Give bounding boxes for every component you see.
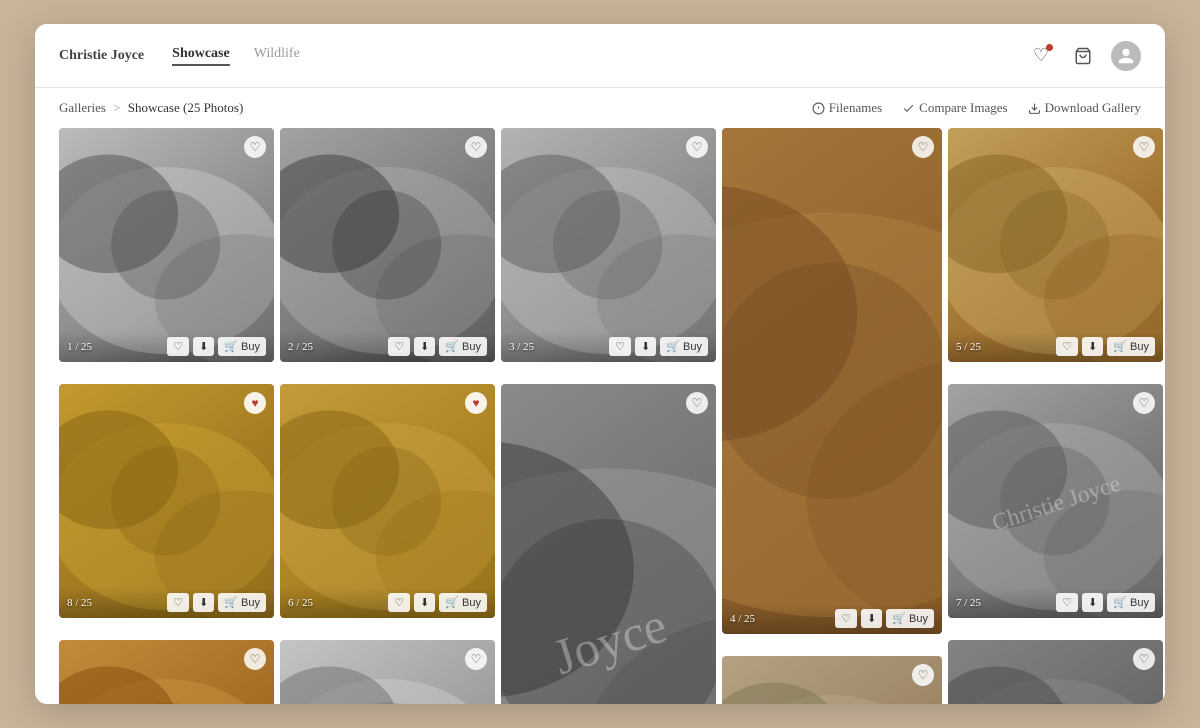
- download-action-button[interactable]: ⬇: [193, 337, 214, 356]
- download-action-button[interactable]: ⬇: [635, 337, 656, 356]
- like-button[interactable]: ♡: [686, 136, 708, 158]
- breadcrumb-galleries[interactable]: Galleries: [59, 100, 106, 115]
- favorite-action-button[interactable]: ♡: [1056, 593, 1078, 612]
- photo-actions: ♡ ⬇ 🛒 Buy: [167, 593, 266, 612]
- like-button[interactable]: ♡: [244, 136, 266, 158]
- download-action-button[interactable]: ⬇: [1082, 593, 1103, 612]
- app-window: Christie Joyce Showcase Wildlife ♡: [35, 24, 1165, 704]
- photo-card[interactable]: ♡ 12 / 25 ♡ ⬇ 🛒 Buy: [722, 656, 942, 704]
- like-button[interactable]: ♥: [244, 392, 266, 414]
- buy-action-button[interactable]: 🛒 Buy: [218, 593, 266, 612]
- breadcrumb: Galleries > Showcase (25 Photos): [59, 100, 243, 116]
- like-button[interactable]: ♡: [912, 664, 934, 686]
- photo-card[interactable]: ♡ 2 / 25 ♡ ⬇ 🛒 Buy: [280, 128, 495, 362]
- like-button[interactable]: ♡: [912, 136, 934, 158]
- photo-overlay: 5 / 25 ♡ ⬇ 🛒 Buy: [948, 331, 1163, 362]
- nav-wildlife[interactable]: Wildlife: [254, 46, 300, 66]
- buy-action-button[interactable]: 🛒 Buy: [1107, 337, 1155, 356]
- buy-action-button[interactable]: 🛒 Buy: [1107, 593, 1155, 612]
- masonry-grid: ♡ 1 / 25 ♡ ⬇ 🛒 Buy: [59, 128, 1141, 704]
- photo-card[interactable]: Christie Joyce ♡ 11 / 25 ♡ ⬇ 🛒 Buy: [59, 640, 274, 704]
- nav-links: Showcase Wildlife: [172, 46, 1027, 66]
- photo-number: 7 / 25: [956, 597, 981, 609]
- photo-number: 1 / 25: [67, 341, 92, 353]
- favorite-action-button[interactable]: ♡: [167, 337, 189, 356]
- photo-card[interactable]: ♥ 6 / 25 ♡ ⬇ 🛒 Buy: [280, 384, 495, 618]
- like-button[interactable]: ♥: [465, 392, 487, 414]
- download-action-button[interactable]: ⬇: [414, 337, 435, 356]
- photo-actions: ♡ ⬇ 🛒 Buy: [609, 337, 708, 356]
- buy-action-button[interactable]: 🛒 Buy: [218, 337, 266, 356]
- nav-showcase[interactable]: Showcase: [172, 46, 230, 66]
- photo-actions: ♡ ⬇ 🛒 Buy: [388, 337, 487, 356]
- photo-actions: ♡ ⬇ 🛒 Buy: [835, 609, 934, 628]
- photo-card[interactable]: ♡ 3 / 25 ♡ ⬇ 🛒 Buy: [501, 128, 716, 362]
- favorite-action-button[interactable]: ♡: [1056, 337, 1078, 356]
- photo-number: 5 / 25: [956, 341, 981, 353]
- photo-card[interactable]: ♡ 5 / 25 ♡ ⬇ 🛒 Buy: [948, 128, 1163, 362]
- notification-dot: [1046, 44, 1053, 51]
- photo-overlay: 6 / 25 ♡ ⬇ 🛒 Buy: [280, 587, 495, 618]
- photo-actions: ♡ ⬇ 🛒 Buy: [388, 593, 487, 612]
- favorites-button[interactable]: ♡: [1027, 42, 1055, 70]
- photo-card[interactable]: Joyce ♡ 10 / 25 ♡ ⬇ 🛒 Buy: [280, 640, 495, 704]
- brand-name: Christie Joyce: [59, 48, 144, 64]
- photo-card[interactable]: Chna ♡ 13 / 25 ♡ ⬇ 🛒 Buy: [948, 640, 1163, 704]
- like-button[interactable]: ♡: [1133, 648, 1155, 670]
- like-button[interactable]: ♡: [1133, 392, 1155, 414]
- download-action-button[interactable]: ⬇: [193, 593, 214, 612]
- cart-button[interactable]: [1069, 42, 1097, 70]
- like-button[interactable]: ♡: [465, 136, 487, 158]
- favorite-action-button[interactable]: ♡: [609, 337, 631, 356]
- favorite-action-button[interactable]: ♡: [167, 593, 189, 612]
- breadcrumb-sep: >: [113, 100, 124, 115]
- photo-card[interactable]: ♡ 4 / 25 ♡ ⬇ 🛒 Buy: [722, 128, 942, 634]
- photo-actions: ♡ ⬇ 🛒 Buy: [1056, 337, 1155, 356]
- photo-overlay: 1 / 25 ♡ ⬇ 🛒 Buy: [59, 331, 274, 362]
- photo-actions: ♡ ⬇ 🛒 Buy: [1056, 593, 1155, 612]
- photo-overlay: 3 / 25 ♡ ⬇ 🛒 Buy: [501, 331, 716, 362]
- favorite-action-button[interactable]: ♡: [835, 609, 857, 628]
- photo-overlay: 4 / 25 ♡ ⬇ 🛒 Buy: [722, 603, 942, 634]
- photo-card[interactable]: Joyce ♡ 9 / 25 ♡ ⬇ 🛒 Buy: [501, 384, 716, 704]
- download-action-button[interactable]: ⬇: [414, 593, 435, 612]
- photo-number: 3 / 25: [509, 341, 534, 353]
- photo-overlay: 8 / 25 ♡ ⬇ 🛒 Buy: [59, 587, 274, 618]
- like-button[interactable]: ♡: [1133, 136, 1155, 158]
- breadcrumb-current: Showcase (25 Photos): [128, 100, 244, 115]
- filenames-button[interactable]: Filenames: [812, 100, 882, 116]
- photo-overlay: 2 / 25 ♡ ⬇ 🛒 Buy: [280, 331, 495, 362]
- photo-overlay: 7 / 25 ♡ ⬇ 🛒 Buy: [948, 587, 1163, 618]
- buy-action-button[interactable]: 🛒 Buy: [439, 593, 487, 612]
- toolbar-actions: Filenames Compare Images Download Galler…: [812, 100, 1141, 116]
- compare-images-button[interactable]: Compare Images: [902, 100, 1007, 116]
- photo-number: 6 / 25: [288, 597, 313, 609]
- photo-actions: ♡ ⬇ 🛒 Buy: [167, 337, 266, 356]
- photo-number: 4 / 25: [730, 613, 755, 625]
- header-icons: ♡: [1027, 41, 1141, 71]
- download-gallery-button[interactable]: Download Gallery: [1028, 100, 1141, 116]
- download-action-button[interactable]: ⬇: [1082, 337, 1103, 356]
- user-avatar[interactable]: [1111, 41, 1141, 71]
- gallery-container[interactable]: ♡ 1 / 25 ♡ ⬇ 🛒 Buy: [35, 128, 1165, 704]
- like-button[interactable]: ♡: [686, 392, 708, 414]
- photo-number: 8 / 25: [67, 597, 92, 609]
- buy-action-button[interactable]: 🛒 Buy: [439, 337, 487, 356]
- like-button[interactable]: ♡: [465, 648, 487, 670]
- download-action-button[interactable]: ⬇: [861, 609, 882, 628]
- buy-action-button[interactable]: 🛒 Buy: [660, 337, 708, 356]
- favorite-action-button[interactable]: ♡: [388, 593, 410, 612]
- photo-card[interactable]: ♥ 8 / 25 ♡ ⬇ 🛒 Buy: [59, 384, 274, 618]
- photo-card[interactable]: Christie Joyce ♡ 7 / 25 ♡ ⬇ 🛒 Buy: [948, 384, 1163, 618]
- like-button[interactable]: ♡: [244, 648, 266, 670]
- favorite-action-button[interactable]: ♡: [388, 337, 410, 356]
- buy-action-button[interactable]: 🛒 Buy: [886, 609, 934, 628]
- photo-card[interactable]: ♡ 1 / 25 ♡ ⬇ 🛒 Buy: [59, 128, 274, 362]
- header: Christie Joyce Showcase Wildlife ♡: [35, 24, 1165, 88]
- photo-number: 2 / 25: [288, 341, 313, 353]
- toolbar: Galleries > Showcase (25 Photos) Filenam…: [35, 88, 1165, 128]
